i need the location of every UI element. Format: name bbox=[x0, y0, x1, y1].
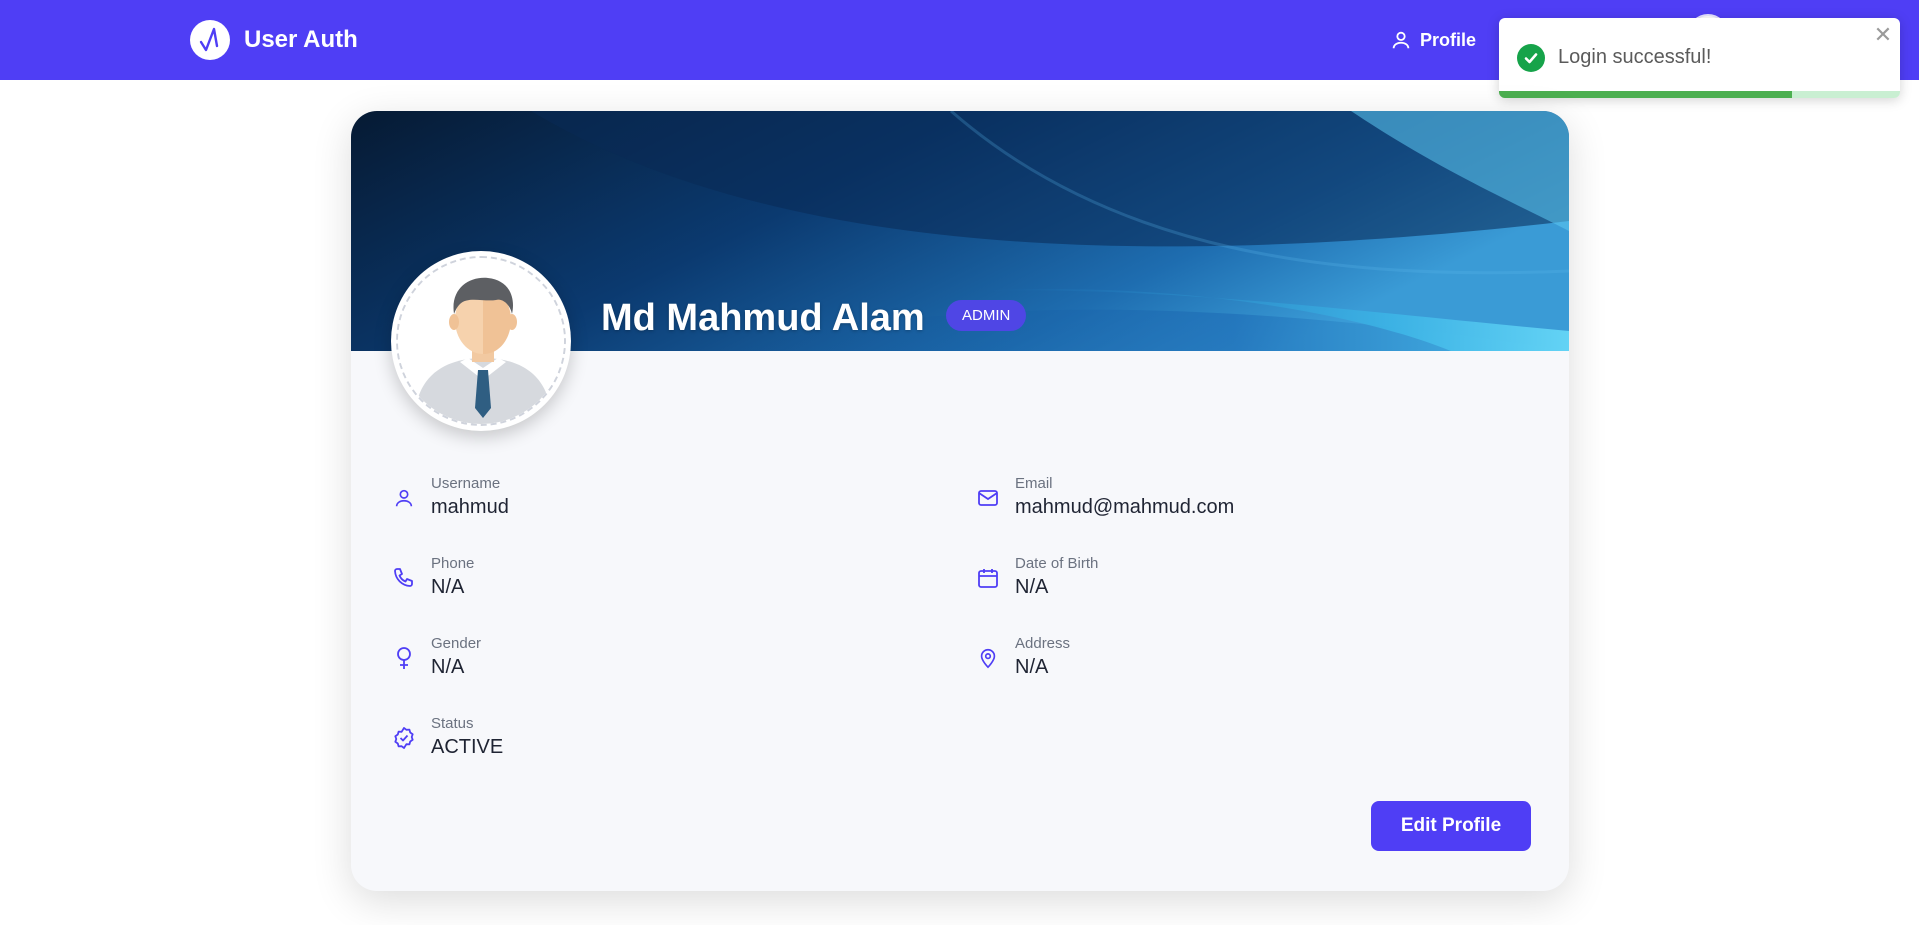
role-badge: ADMIN bbox=[946, 300, 1027, 331]
profile-card: Md Mahmud Alam ADMIN Username mahmud Ema… bbox=[351, 111, 1569, 891]
field-value: N/A bbox=[431, 576, 465, 598]
field-label: Gender bbox=[431, 635, 482, 652]
brand-link[interactable]: User Auth bbox=[190, 20, 358, 60]
field-status: Status ACTIVE bbox=[391, 715, 911, 765]
edit-profile-button[interactable]: Edit Profile bbox=[1371, 801, 1531, 851]
user-icon bbox=[391, 485, 417, 511]
verified-badge-icon bbox=[391, 725, 417, 751]
field-address: Address N/A bbox=[975, 635, 1495, 685]
field-label: Email bbox=[1015, 475, 1053, 492]
brand-title: User Auth bbox=[244, 26, 358, 53]
profile-name: Md Mahmud Alam bbox=[601, 297, 925, 339]
field-username: Username mahmud bbox=[391, 475, 911, 525]
field-label: Username bbox=[431, 475, 501, 492]
toast-close-button[interactable]: ✕ bbox=[1872, 24, 1894, 46]
phone-icon bbox=[391, 565, 417, 591]
toast-progress-bar bbox=[1499, 91, 1792, 98]
field-label: Phone bbox=[431, 555, 475, 572]
profile-avatar[interactable] bbox=[391, 251, 571, 431]
field-label: Date of Birth bbox=[1015, 555, 1099, 572]
toast-progress-track bbox=[1499, 91, 1900, 98]
nav-profile-link[interactable]: Profile bbox=[1390, 26, 1476, 54]
field-gender: Gender N/A bbox=[391, 635, 911, 685]
female-icon bbox=[391, 645, 417, 671]
field-value: mahmud bbox=[431, 496, 509, 518]
check-circle-icon bbox=[1517, 44, 1545, 72]
user-icon bbox=[1392, 31, 1410, 49]
field-value: N/A bbox=[1015, 656, 1049, 678]
person-avatar-icon bbox=[396, 256, 566, 426]
field-value: mahmud@mahmud.com bbox=[1015, 496, 1235, 518]
field-email: Email mahmud@mahmud.com bbox=[975, 475, 1495, 525]
login-toast: Login successful! ✕ bbox=[1499, 18, 1900, 98]
field-label: Status bbox=[431, 715, 474, 732]
field-date-of-birth: Date of Birth N/A bbox=[975, 555, 1495, 605]
field-label: Address bbox=[1015, 635, 1071, 652]
field-value: N/A bbox=[1015, 576, 1049, 598]
field-phone: Phone N/A bbox=[391, 555, 911, 605]
calendar-icon bbox=[975, 565, 1001, 591]
brand-logo-icon bbox=[190, 20, 230, 60]
map-pin-icon bbox=[975, 645, 1001, 671]
field-value: ACTIVE bbox=[431, 736, 504, 758]
field-value: N/A bbox=[431, 656, 465, 678]
nav-profile-label: Profile bbox=[1420, 29, 1477, 50]
mail-icon bbox=[975, 485, 1001, 511]
toast-message: Login successful! bbox=[1558, 46, 1712, 68]
